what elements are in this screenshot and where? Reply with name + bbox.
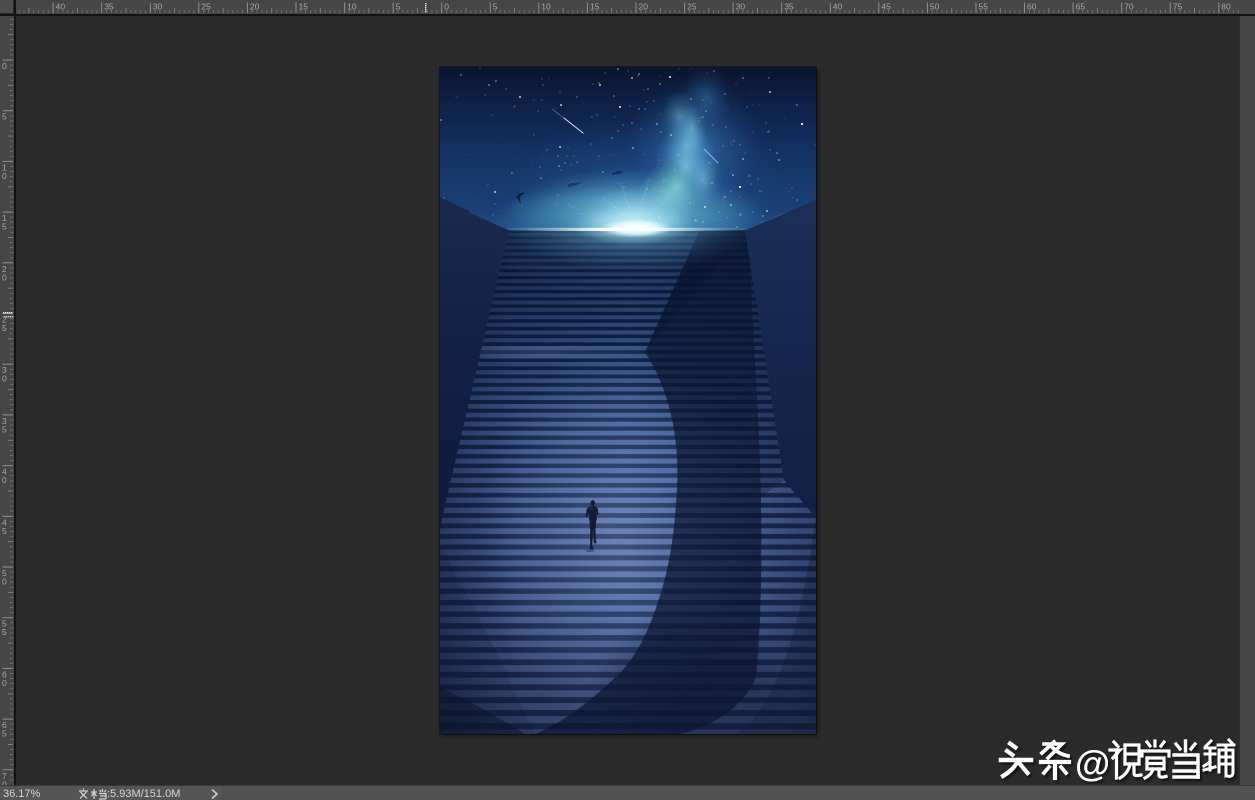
svg-text:50: 50 bbox=[930, 2, 940, 12]
svg-text:25: 25 bbox=[687, 2, 697, 12]
svg-text:5: 5 bbox=[2, 424, 7, 434]
svg-text:5: 5 bbox=[2, 323, 7, 333]
svg-text:0: 0 bbox=[2, 171, 7, 181]
svg-text:45: 45 bbox=[881, 2, 891, 12]
svg-text:5: 5 bbox=[2, 112, 7, 122]
svg-text:35: 35 bbox=[104, 2, 114, 12]
svg-text:15: 15 bbox=[299, 2, 309, 12]
svg-text:0: 0 bbox=[2, 678, 7, 688]
svg-text:0: 0 bbox=[2, 475, 7, 485]
svg-text:10: 10 bbox=[541, 2, 551, 12]
svg-text:@: @ bbox=[1075, 743, 1110, 784]
svg-text:40: 40 bbox=[833, 2, 843, 12]
svg-text:70: 70 bbox=[1124, 2, 1134, 12]
svg-text:5: 5 bbox=[2, 729, 7, 739]
svg-text:20: 20 bbox=[250, 2, 260, 12]
svg-text:15: 15 bbox=[590, 2, 600, 12]
svg-text:20: 20 bbox=[639, 2, 649, 12]
svg-text:60: 60 bbox=[1027, 2, 1037, 12]
svg-text:5: 5 bbox=[2, 222, 7, 232]
svg-text:80: 80 bbox=[1221, 2, 1231, 12]
svg-text:65: 65 bbox=[1076, 2, 1086, 12]
svg-text:35: 35 bbox=[784, 2, 794, 12]
svg-text:5: 5 bbox=[2, 627, 7, 637]
svg-text:30: 30 bbox=[153, 2, 163, 12]
svg-text:75: 75 bbox=[1173, 2, 1183, 12]
svg-text:0: 0 bbox=[2, 577, 7, 587]
svg-text:25: 25 bbox=[201, 2, 211, 12]
svg-text:5: 5 bbox=[2, 526, 7, 536]
svg-text:0: 0 bbox=[2, 374, 7, 384]
svg-text:30: 30 bbox=[736, 2, 746, 12]
svg-text:10: 10 bbox=[347, 2, 357, 12]
svg-text:55: 55 bbox=[979, 2, 989, 12]
svg-text:0: 0 bbox=[2, 272, 7, 282]
svg-text:40: 40 bbox=[56, 2, 66, 12]
svg-text:0: 0 bbox=[2, 61, 7, 71]
